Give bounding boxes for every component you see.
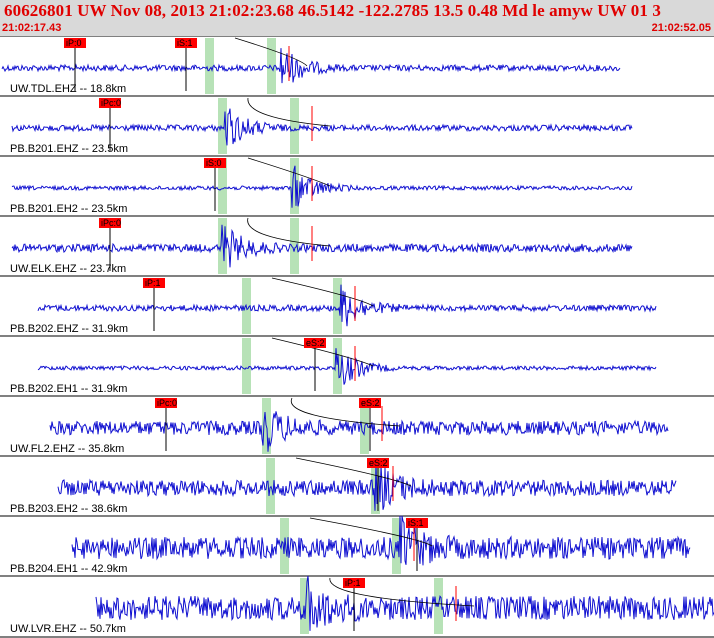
end-time: 21:02:52.05 [651, 22, 711, 34]
s-pick-band [333, 338, 342, 394]
pick-label: iS:0 [206, 158, 222, 168]
station-label: PB.B203.EH2 -- 38.6km [10, 503, 127, 515]
pick-label: eS:2 [369, 458, 388, 468]
station-label: UW.TDL.EHZ -- 18.8km [10, 83, 126, 95]
station-label: UW.FL2.EHZ -- 35.8km [10, 443, 124, 455]
seismogram-panel[interactable]: iP:0 iS:1 UW.TDL.EHZ -- 18.8km iPc:0 PB.B201… [0, 36, 714, 638]
pick-label: iP:1 [145, 278, 161, 288]
travel-time-curve [247, 97, 331, 127]
station-label: UW.ELK.EHZ -- 23.7km [10, 263, 126, 275]
travel-time-curve [271, 277, 374, 307]
station-label: PB.B201.EHZ -- 23.5km [10, 143, 128, 155]
event-title: 60626801 UW Nov 08, 2013 21:02:23.68 46.… [4, 1, 661, 20]
station-label: PB.B202.EH1 -- 31.9km [10, 383, 127, 395]
pick-label: iPc:0 [101, 98, 121, 108]
start-time: 21:02:17.43 [2, 22, 62, 34]
seismic-trace [57, 460, 677, 511]
pick-label: iPc:0 [157, 398, 177, 408]
pick-label: iPc:0 [101, 218, 121, 228]
seismic-trace [11, 165, 633, 208]
station-label: PB.B204.EH1 -- 42.9km [10, 563, 127, 575]
seismic-trace [1, 48, 621, 84]
pick-label: iS:1 [177, 38, 193, 48]
s-pick-band [290, 98, 299, 154]
p-pick-band [205, 38, 214, 94]
pick-label: iP:0 [66, 38, 82, 48]
seismic-trace [71, 515, 691, 566]
seismic-trace [49, 411, 669, 452]
pick-label: iS:1 [408, 518, 424, 528]
pick-label: eS:2 [306, 338, 325, 348]
record-header: 60626801 UW Nov 08, 2013 21:02:23.68 46.… [0, 0, 714, 36]
pick-label: eS:2 [361, 398, 380, 408]
seismic-trace [37, 348, 657, 385]
station-label: PB.B202.EHZ -- 31.9km [10, 323, 128, 335]
station-label: PB.B201.EH2 -- 23.5km [10, 203, 127, 215]
travel-time-curve [247, 157, 331, 187]
travel-time-curve [247, 217, 331, 247]
seismic-trace [11, 108, 633, 146]
seismic-trace [37, 284, 657, 327]
pick-label: iP:1 [345, 578, 361, 588]
station-label: UW.LVR.EHZ -- 50.7km [10, 623, 126, 635]
p-pick-band [242, 338, 251, 394]
seismic-trace [95, 575, 714, 631]
seismic-trace [11, 224, 633, 268]
